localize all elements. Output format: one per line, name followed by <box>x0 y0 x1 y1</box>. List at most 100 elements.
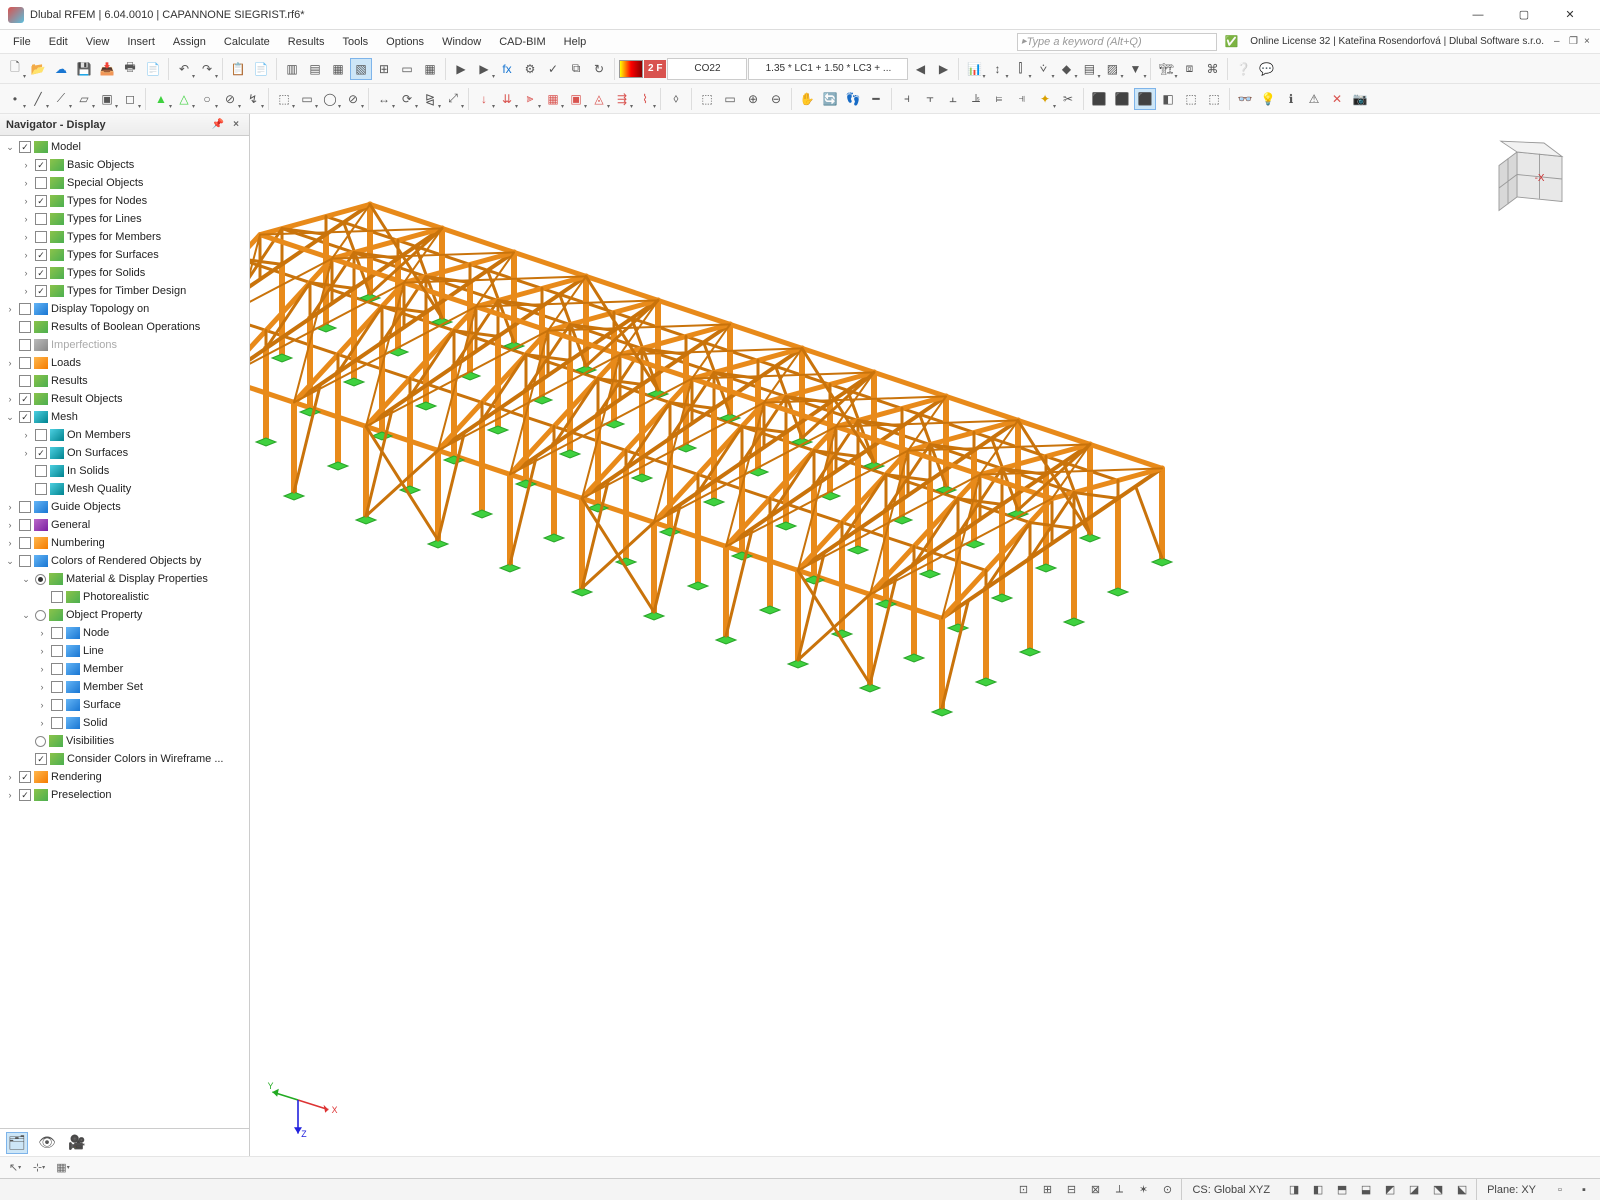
menu-results[interactable]: Results <box>279 33 334 51</box>
sb-snap-3[interactable]: ⊟ <box>1061 1181 1081 1199</box>
navigator-tree[interactable]: ⌄Model›Basic Objects›Special Objects›Typ… <box>0 136 249 1128</box>
next-lc-button[interactable]: ▶ <box>932 58 954 80</box>
tree-expander[interactable]: › <box>36 646 48 656</box>
tree-checkbox[interactable] <box>35 159 47 171</box>
save-button[interactable]: 💾 <box>73 58 95 80</box>
nav-tab-display[interactable]: 👁 <box>36 1132 58 1154</box>
sb-view-4[interactable]: ⬓ <box>1356 1181 1376 1199</box>
copy-button[interactable]: 📋 <box>227 58 249 80</box>
sb-view-3[interactable]: ⬒ <box>1332 1181 1352 1199</box>
tree-expander[interactable]: › <box>20 448 32 458</box>
sb-plane[interactable]: Plane: XY <box>1476 1179 1546 1200</box>
tree-expander[interactable]: › <box>4 358 16 368</box>
calc-button[interactable]: ▶ <box>450 58 472 80</box>
tree-checkbox[interactable] <box>35 447 47 459</box>
menu-assign[interactable]: Assign <box>164 33 215 51</box>
mdi-close-icon[interactable]: × <box>1584 36 1596 48</box>
load-formula-select[interactable]: 1.35 * LC1 + 1.50 * LC3 + ... <box>748 58 908 80</box>
model-check-button[interactable]: ⧉ <box>565 58 587 80</box>
tree-expander[interactable]: › <box>4 520 16 530</box>
faq-button[interactable]: 💬 <box>1255 58 1277 80</box>
tree-expander[interactable]: › <box>4 772 16 782</box>
calc-menu-button[interactable]: ▶▾ <box>473 58 495 80</box>
measure-tool[interactable]: ━ <box>865 88 887 110</box>
menu-window[interactable]: Window <box>433 33 490 51</box>
align-tool-3[interactable]: ⫠ <box>942 88 964 110</box>
sb-view-2[interactable]: ◧ <box>1308 1181 1328 1199</box>
scale-tool[interactable]: ⤢▾ <box>442 88 464 110</box>
view-persp-tool[interactable]: ◧ <box>1157 88 1179 110</box>
tree-item[interactable]: ›Surface <box>0 696 249 714</box>
keyword-search[interactable]: ▸ Type a keyword (Alt+Q) <box>1017 33 1217 51</box>
tree-checkbox[interactable] <box>51 627 63 639</box>
load-solid-tool[interactable]: ▣▾ <box>565 88 587 110</box>
tree-checkbox[interactable] <box>35 465 47 477</box>
tree-checkbox[interactable] <box>51 591 63 603</box>
tree-item[interactable]: ›Types for Lines <box>0 210 249 228</box>
surface-tool[interactable]: ▱▾ <box>73 88 95 110</box>
tree-item[interactable]: ›Types for Nodes <box>0 192 249 210</box>
tree-item[interactable]: ›Member <box>0 660 249 678</box>
diagram-button[interactable]: ⫿▾ <box>1009 58 1031 80</box>
tree-expander[interactable]: ⌄ <box>4 556 16 567</box>
optimize-button[interactable]: ⚙ <box>519 58 541 80</box>
tree-item[interactable]: ›Solid <box>0 714 249 732</box>
tree-expander[interactable]: › <box>36 628 48 638</box>
camera-tool[interactable]: 📷 <box>1349 88 1371 110</box>
tree-checkbox[interactable] <box>35 429 47 441</box>
sb-view-1[interactable]: ◨ <box>1284 1181 1304 1199</box>
tree-checkbox[interactable] <box>51 717 63 729</box>
load-temp-tool[interactable]: ⌇▾ <box>634 88 656 110</box>
line-tool[interactable]: ╱▾ <box>27 88 49 110</box>
delete-tool[interactable]: ✕ <box>1326 88 1348 110</box>
help-topics-button[interactable]: ❔ <box>1232 58 1254 80</box>
nav-tab-views[interactable]: 🎥 <box>66 1132 88 1154</box>
tree-checkbox[interactable] <box>19 303 31 315</box>
results-nav-button[interactable]: 📊▾ <box>963 58 985 80</box>
tree-item[interactable]: ›Numbering <box>0 534 249 552</box>
prev-lc-button[interactable]: ◀ <box>909 58 931 80</box>
tree-radio[interactable] <box>35 610 46 621</box>
fx-button[interactable]: fx <box>496 58 518 80</box>
view-cube-gizmo[interactable]: -X <box>1490 134 1580 224</box>
sb-snap-2[interactable]: ⊞ <box>1037 1181 1057 1199</box>
sb-cs[interactable]: CS: Global XYZ <box>1181 1179 1280 1200</box>
tree-expander[interactable]: ⌄ <box>4 142 16 153</box>
values-button[interactable]: ⩒▾ <box>1032 58 1054 80</box>
orbit-tool[interactable]: 🔄 <box>819 88 841 110</box>
show-results-tool[interactable]: ⬚ <box>1203 88 1225 110</box>
tree-item[interactable]: ›Member Set <box>0 678 249 696</box>
sb-view-6[interactable]: ◪ <box>1404 1181 1424 1199</box>
tree-radio[interactable] <box>35 574 46 585</box>
tree-checkbox[interactable] <box>19 771 31 783</box>
tree-expander[interactable]: › <box>20 250 32 260</box>
zoom-all-tool[interactable]: ▭ <box>719 88 741 110</box>
tree-item[interactable]: ›Rendering <box>0 768 249 786</box>
load-line-tool[interactable]: ⇊▾ <box>496 88 518 110</box>
menu-cad-bim[interactable]: CAD-BIM <box>490 33 554 51</box>
release-tool[interactable]: ⊘▾ <box>219 88 241 110</box>
tree-item[interactable]: ›Display Topology on <box>0 300 249 318</box>
tree-item[interactable]: ›Types for Members <box>0 228 249 246</box>
check-button[interactable]: ✓ <box>542 58 564 80</box>
model-viewport[interactable]: -X X Y Z <box>250 114 1600 1156</box>
script-button[interactable]: ⌘ <box>1201 58 1223 80</box>
tree-expander[interactable]: › <box>4 394 16 404</box>
tree-item[interactable]: ⌄Mesh <box>0 408 249 426</box>
iso-button[interactable]: ◆▾ <box>1055 58 1077 80</box>
paste-button[interactable]: 📄 <box>250 58 272 80</box>
member-tool[interactable]: ⟋▾ <box>50 88 72 110</box>
nav-tab-data[interactable]: 🗂 <box>6 1132 28 1154</box>
tree-item[interactable]: ›Result Objects <box>0 390 249 408</box>
menu-view[interactable]: View <box>77 33 119 51</box>
model-generate-button[interactable]: ⧈ <box>1178 58 1200 80</box>
warn-tool[interactable]: ⚠ <box>1303 88 1325 110</box>
tree-checkbox[interactable] <box>35 753 47 765</box>
mdi-minimize-icon[interactable]: – <box>1554 36 1566 48</box>
save-as-button[interactable]: 📥 <box>96 58 118 80</box>
tree-expander[interactable]: ⌄ <box>20 610 32 621</box>
tree-checkbox[interactable] <box>35 231 47 243</box>
mini-snap-button[interactable]: ⊹▾ <box>30 1160 48 1176</box>
tree-checkbox[interactable] <box>35 483 47 495</box>
tree-item[interactable]: ›General <box>0 516 249 534</box>
